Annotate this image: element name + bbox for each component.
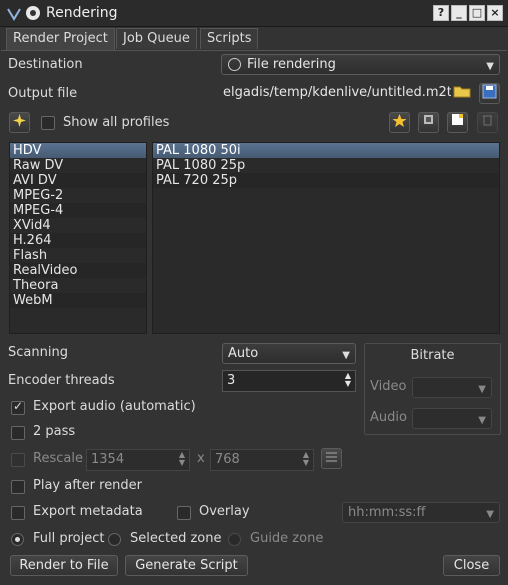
list-item[interactable]: AVI DV bbox=[10, 173, 146, 188]
export-metadata-checkbox[interactable] bbox=[11, 506, 25, 520]
overlay-select[interactable]: hh:mm:ss:ff ▼ bbox=[342, 502, 500, 523]
show-all-profiles-label: Show all profiles bbox=[63, 115, 170, 130]
list-item[interactable]: Flash bbox=[10, 248, 146, 263]
rescale-checkbox[interactable] bbox=[11, 453, 25, 467]
film-icon bbox=[228, 58, 241, 71]
rescale-width-spinbox[interactable]: 1354 ▲ ▼ bbox=[86, 449, 190, 471]
spin-arrows-icon[interactable]: ▲ ▼ bbox=[179, 451, 185, 467]
render-to-file-button[interactable]: Render to File bbox=[10, 555, 118, 576]
pin-icon[interactable] bbox=[26, 6, 40, 20]
list-item[interactable]: WebM bbox=[10, 293, 146, 308]
close-window-button[interactable]: × bbox=[487, 5, 503, 21]
destination-select[interactable]: File rendering ▼ bbox=[221, 54, 500, 75]
destination-value: File rendering bbox=[247, 57, 336, 72]
bitrate-group: Bitrate Video ▼ Audio ▼ bbox=[364, 343, 501, 435]
chevron-down-icon: ▼ bbox=[486, 509, 494, 520]
export-metadata-label: Export metadata bbox=[33, 504, 143, 519]
bitrate-title: Bitrate bbox=[410, 348, 455, 363]
two-pass-checkbox[interactable] bbox=[11, 426, 25, 440]
generate-script-button[interactable]: Generate Script bbox=[125, 555, 248, 576]
export-audio-label: Export audio (automatic) bbox=[33, 399, 196, 414]
checkmark-icon: ✓ bbox=[13, 399, 24, 413]
destination-label: Destination bbox=[8, 57, 83, 72]
format-list[interactable]: HDV Raw DV AVI DV MPEG-2 MPEG-4 XVid4 H.… bbox=[9, 142, 147, 334]
selected-zone-label: Selected zone bbox=[130, 531, 222, 546]
list-item[interactable]: MPEG-4 bbox=[10, 203, 146, 218]
spin-arrows-icon[interactable]: ▲ ▼ bbox=[345, 372, 351, 388]
new-profile-icon[interactable] bbox=[447, 112, 468, 133]
show-all-profiles-checkbox[interactable] bbox=[41, 116, 55, 130]
selected-zone-radio[interactable] bbox=[108, 533, 121, 546]
video-bitrate-select[interactable]: ▼ bbox=[412, 377, 492, 398]
folder-icon[interactable] bbox=[451, 83, 472, 104]
list-item[interactable]: PAL 1080 25p bbox=[153, 158, 499, 173]
wand-icon[interactable] bbox=[9, 112, 30, 133]
help-button[interactable]: ? bbox=[433, 5, 449, 21]
edit-icon[interactable] bbox=[418, 112, 439, 133]
two-pass-label: 2 pass bbox=[33, 424, 76, 439]
overlay-label: Overlay bbox=[199, 504, 250, 519]
chevron-down-icon: ▼ bbox=[478, 384, 486, 395]
overlay-checkbox[interactable] bbox=[177, 506, 191, 520]
full-project-label: Full project bbox=[33, 531, 105, 546]
audio-bitrate-label: Audio bbox=[370, 410, 407, 425]
close-button[interactable]: Close bbox=[443, 555, 500, 576]
output-file-label: Output file bbox=[8, 86, 78, 101]
play-after-render-label: Play after render bbox=[33, 478, 143, 493]
list-item[interactable]: H.264 bbox=[10, 233, 146, 248]
encoder-threads-value: 3 bbox=[227, 373, 236, 388]
full-project-radio[interactable] bbox=[11, 533, 24, 546]
scanning-value: Auto bbox=[228, 346, 259, 361]
list-item[interactable]: RealVideo bbox=[10, 263, 146, 278]
rescale-width-value: 1354 bbox=[91, 452, 125, 467]
guide-zone-label: Guide zone bbox=[250, 531, 324, 546]
list-item[interactable]: XVid4 bbox=[10, 218, 146, 233]
profile-list[interactable]: PAL 1080 50i PAL 1080 25p PAL 720 25p bbox=[152, 142, 500, 334]
list-item[interactable]: Raw DV bbox=[10, 158, 146, 173]
encoder-threads-spinbox[interactable]: 3 ▲ ▼ bbox=[222, 370, 356, 392]
link-icon[interactable] bbox=[321, 448, 342, 469]
tab-render-project[interactable]: Render Project bbox=[6, 28, 115, 51]
chevron-down-icon: ▼ bbox=[486, 61, 494, 72]
play-after-render-checkbox[interactable] bbox=[11, 480, 25, 494]
save-icon[interactable] bbox=[479, 83, 500, 104]
rescale-height-value: 768 bbox=[215, 452, 240, 467]
overlay-value: hh:mm:ss:ff bbox=[348, 505, 426, 520]
video-bitrate-label: Video bbox=[370, 379, 407, 394]
output-file-field[interactable]: elgadis/temp/kdenlive/untitled.m2t bbox=[221, 83, 451, 105]
tab-job-queue[interactable]: Job Queue bbox=[116, 28, 197, 49]
minimize-button[interactable]: _ bbox=[451, 5, 467, 21]
export-audio-checkbox[interactable]: ✓ bbox=[11, 399, 25, 415]
encoder-threads-label: Encoder threads bbox=[8, 373, 115, 388]
scanning-select[interactable]: Auto ▼ bbox=[222, 343, 356, 364]
rescale-x-label: x bbox=[197, 451, 205, 466]
list-item[interactable]: PAL 1080 50i bbox=[153, 143, 499, 158]
guide-zone-radio[interactable] bbox=[228, 533, 241, 546]
audio-bitrate-select[interactable]: ▼ bbox=[412, 408, 492, 429]
maximize-button[interactable]: □ bbox=[469, 5, 485, 21]
list-item[interactable]: Theora bbox=[10, 278, 146, 293]
window-title: Rendering bbox=[46, 5, 118, 21]
kdenlive-logo-icon bbox=[6, 6, 22, 22]
delete-icon[interactable] bbox=[477, 112, 498, 133]
spin-arrows-icon[interactable]: ▲ ▼ bbox=[303, 451, 309, 467]
list-item[interactable]: HDV bbox=[10, 143, 146, 158]
scanning-label: Scanning bbox=[8, 345, 68, 360]
star-icon[interactable] bbox=[389, 112, 410, 133]
chevron-down-icon: ▼ bbox=[342, 350, 350, 361]
list-item[interactable]: MPEG-2 bbox=[10, 188, 146, 203]
tab-scripts[interactable]: Scripts bbox=[200, 28, 259, 49]
chevron-down-icon: ▼ bbox=[478, 415, 486, 426]
rescale-height-spinbox[interactable]: 768 ▲ ▼ bbox=[210, 449, 314, 471]
title-bar: Rendering ? _ □ × bbox=[0, 0, 508, 27]
rescale-label: Rescale bbox=[33, 451, 83, 466]
list-item[interactable]: PAL 720 25p bbox=[153, 173, 499, 188]
